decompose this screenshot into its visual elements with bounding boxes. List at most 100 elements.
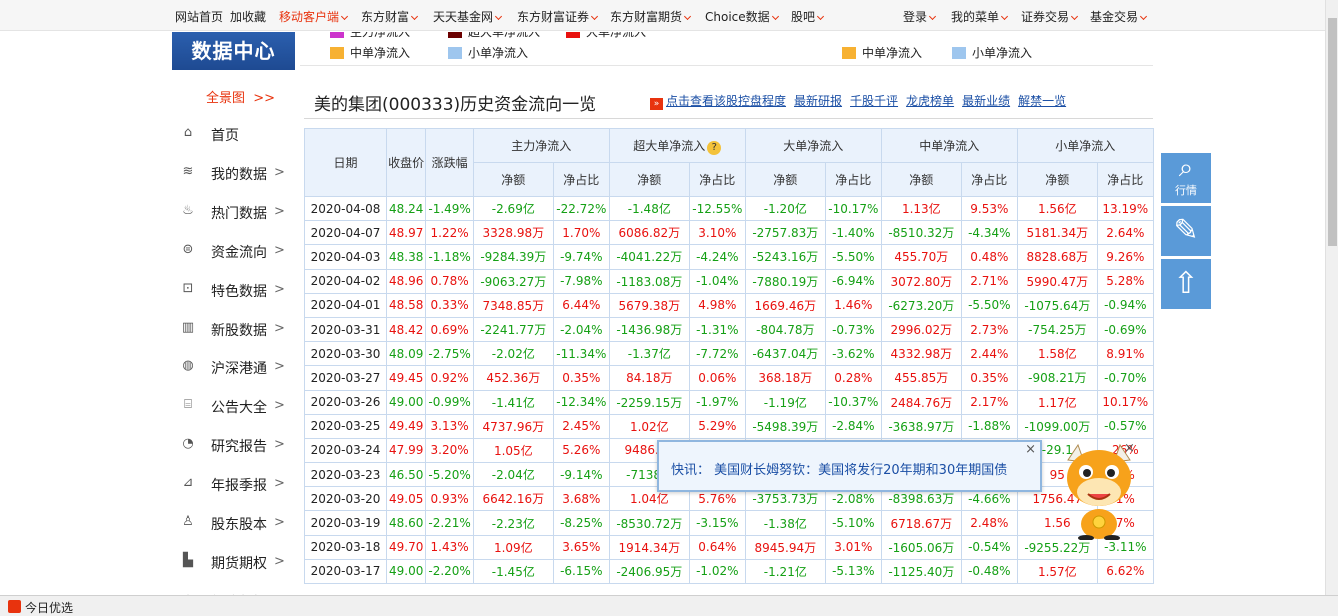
table-cell: -1099.00万 bbox=[1016, 413, 1098, 439]
table-cell: -2757.83万 bbox=[744, 220, 826, 246]
table-cell: -1.18% bbox=[425, 244, 474, 270]
sidebar-item-2[interactable]: ♨ 热门数据 > bbox=[180, 201, 292, 227]
sidebar-item-6[interactable]: ◍ 沪深港通 > bbox=[180, 356, 292, 382]
nav-item-8[interactable]: 股吧 bbox=[791, 8, 825, 25]
nav-item-4[interactable]: 天天基金网 bbox=[433, 8, 503, 25]
nav-item-3[interactable]: 东方财富 bbox=[361, 8, 419, 25]
table-cell: 8945.94万 bbox=[744, 534, 826, 560]
table-cell: -9284.39万 bbox=[472, 244, 554, 270]
nav-item-0[interactable]: 网站首页 bbox=[175, 8, 223, 25]
right-button-2[interactable]: ⇧ bbox=[1161, 259, 1211, 309]
chevron-right-icon: > bbox=[274, 242, 285, 258]
sidebar-item-1[interactable]: ≋ 我的数据 > bbox=[180, 162, 292, 188]
table-cell: 3.10% bbox=[688, 220, 746, 246]
table-cell: -5243.16万 bbox=[744, 244, 826, 270]
sidebar-item-label: 热门数据 bbox=[211, 205, 267, 222]
nav-item-6[interactable]: 东方财富期货 bbox=[610, 8, 692, 25]
table-cell: -754.25万 bbox=[1016, 316, 1098, 343]
vertical-scrollbar[interactable] bbox=[1325, 0, 1338, 595]
top-navigation-bar: 网站首页 加收藏 移动客户端 东方财富 天天基金网 东方财富证券 东方财富期货 Choice数… bbox=[0, 0, 1325, 31]
nav-label: 东方财富期货 bbox=[610, 10, 683, 24]
panorama-label: 全景图 bbox=[206, 91, 246, 106]
table-cell: 2.17% bbox=[960, 389, 1018, 415]
nav-item-11[interactable]: 证券交易 bbox=[1021, 8, 1079, 25]
sidebar-item-3[interactable]: ⊜ 资金流向 > bbox=[180, 240, 292, 266]
today-recommend-link[interactable]: 今日优选 bbox=[25, 599, 73, 616]
table-cell: 48.60 bbox=[385, 510, 427, 536]
chevron-right-icon: > bbox=[274, 281, 285, 297]
header-net: 净额 bbox=[880, 162, 962, 197]
sidebar-item-5[interactable]: ▥ 新股数据 > bbox=[180, 318, 292, 344]
table-cell: 10.17% bbox=[1096, 389, 1154, 415]
table-cell: -9.74% bbox=[552, 244, 610, 270]
popup-close-icon[interactable]: × bbox=[1025, 442, 1036, 457]
table-cell: -2259.15万 bbox=[608, 389, 690, 415]
nav-item-7[interactable]: Choice数据 bbox=[705, 8, 779, 25]
table-cell: 2020-03-30 bbox=[304, 341, 387, 367]
nav-label: 证券交易 bbox=[1021, 10, 1070, 24]
sidebar-item-9[interactable]: ⊿ 年报季报 > bbox=[180, 473, 292, 499]
mascot-close-icon[interactable]: × bbox=[1124, 441, 1135, 456]
nav-item-5[interactable]: 东方财富证券 bbox=[517, 8, 599, 25]
table-cell: -0.54% bbox=[960, 534, 1018, 560]
nav-item-1[interactable]: 加收藏 bbox=[230, 8, 266, 25]
title-link-0[interactable]: » 点击查看该股控盘程度 bbox=[650, 94, 786, 110]
table-row: 2020-04-07 48.97 1.22% 3328.98万 1.70% 6086.82… bbox=[304, 220, 1154, 246]
header-group-0: 主力净流入 bbox=[472, 128, 610, 163]
title-link-2[interactable]: 千股千评 bbox=[850, 94, 898, 108]
panorama-link[interactable]: 全景图 >> bbox=[206, 87, 275, 106]
title-link-5[interactable]: 解禁一览 bbox=[1018, 94, 1066, 108]
header-group-1: 超大单净流入? bbox=[608, 128, 746, 163]
table-cell: -2.04% bbox=[552, 316, 610, 343]
table-row: 2020-03-17 49.00 -2.20% -1.45亿 -6.15% -2406.9… bbox=[304, 558, 1154, 585]
page-title: 美的集团(000333)历史资金流向一览 bbox=[314, 95, 597, 115]
title-links: » 点击查看该股控盘程度 最新研报 千股千评 龙虎榜单 最新业绩 解禁一览 bbox=[650, 92, 1074, 110]
help-icon[interactable]: ? bbox=[707, 140, 722, 155]
chevron-right-icon: > bbox=[274, 320, 285, 336]
table-cell: -2.21% bbox=[425, 510, 474, 536]
nav-label: 网站首页 bbox=[175, 10, 224, 24]
table-row: 2020-04-03 48.38 -1.18% -9284.39万 -9.74% -404… bbox=[304, 244, 1154, 270]
table-cell: -1.49% bbox=[425, 195, 474, 222]
table-cell: 0.28% bbox=[824, 365, 882, 391]
sidebar-item-0[interactable]: ⌂ 首页 bbox=[180, 123, 292, 149]
announcement-icon: ⌸ bbox=[184, 397, 192, 413]
sidebar-item-label: 首页 bbox=[211, 128, 239, 144]
right-button-1[interactable]: ✎ bbox=[1161, 206, 1211, 256]
header-ratio: 净占比 bbox=[960, 162, 1018, 197]
table-cell: 49.05 bbox=[385, 486, 427, 512]
table-cell: 1.70% bbox=[552, 220, 610, 246]
data-center-logo[interactable]: 数据中心 bbox=[172, 32, 295, 70]
nav-item-9[interactable]: 登录 bbox=[903, 8, 937, 25]
table-cell: -1.21亿 bbox=[744, 558, 826, 585]
table-cell: 49.45 bbox=[385, 365, 427, 391]
legend-item-4: 小单净流入 bbox=[448, 44, 528, 61]
table-row: 2020-03-27 49.45 0.92% 452.36万 0.35% 84.18万 0.… bbox=[304, 365, 1154, 391]
title-link-3[interactable]: 龙虎榜单 bbox=[906, 94, 954, 108]
table-cell: -0.48% bbox=[960, 558, 1018, 585]
table-cell: 5.26% bbox=[552, 437, 610, 464]
nav-item-12[interactable]: 基金交易 bbox=[1090, 8, 1148, 25]
table-cell: -11.34% bbox=[552, 341, 610, 367]
right-button-0[interactable]: ⌕ 行情 bbox=[1161, 153, 1211, 203]
chevron-down-icon bbox=[1139, 12, 1148, 21]
table-cell: 0.33% bbox=[425, 292, 474, 318]
sidebar-item-10[interactable]: ♙ 股东股本 > bbox=[180, 512, 292, 538]
legend-swatch bbox=[448, 32, 462, 38]
table-cell: 0.35% bbox=[552, 365, 610, 391]
header-group-label: 主力净流入 bbox=[511, 139, 572, 153]
sidebar-item-8[interactable]: ◔ 研究报告 > bbox=[180, 434, 292, 460]
title-link-4[interactable]: 最新业绩 bbox=[962, 94, 1010, 108]
news-popup[interactable]: 快讯： 美国财长姆努钦：美国将发行20年期和30年期国债 × bbox=[657, 440, 1042, 492]
nav-item-2[interactable]: 移动客户端 bbox=[279, 8, 349, 25]
legend-item-6: 小单净流入 bbox=[952, 44, 1032, 61]
popup-text[interactable]: 快讯： 美国财长姆努钦：美国将发行20年期和30年期国债 bbox=[671, 459, 1007, 478]
nav-item-10[interactable]: 我的菜单 bbox=[951, 8, 1009, 25]
table-cell: -1605.06万 bbox=[880, 534, 962, 560]
title-link-1[interactable]: 最新研报 bbox=[794, 94, 842, 108]
sidebar-item-11[interactable]: ▙ 期货期权 > bbox=[180, 551, 292, 577]
sidebar-item-7[interactable]: ⌸ 公告大全 > bbox=[180, 395, 292, 421]
sidebar-item-4[interactable]: ⊡ 特色数据 > bbox=[180, 279, 292, 305]
scrollbar-thumb[interactable] bbox=[1328, 18, 1337, 246]
table-cell: -4.34% bbox=[960, 220, 1018, 246]
